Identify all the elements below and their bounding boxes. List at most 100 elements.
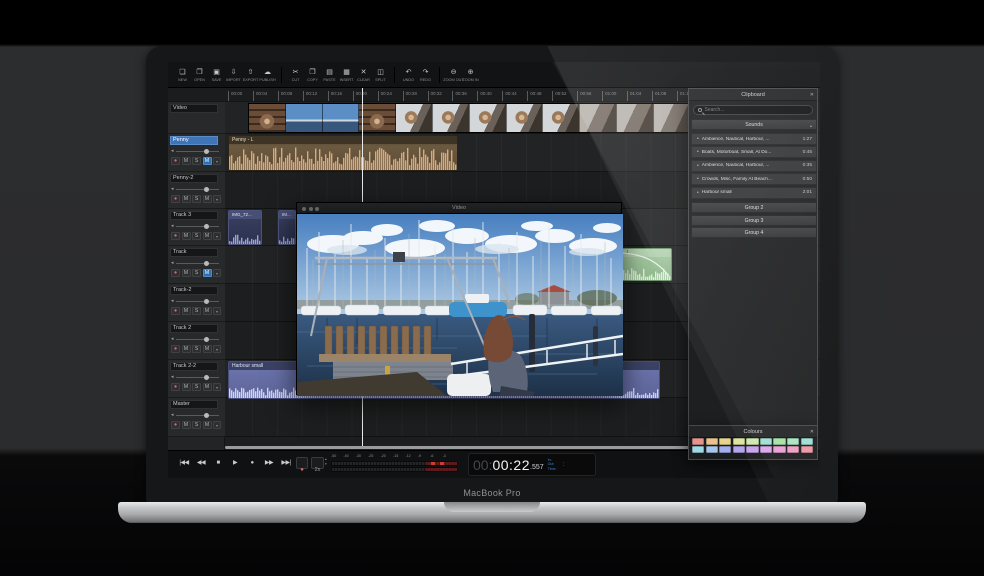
volume-slider[interactable]: ◂ (171, 148, 221, 155)
monitor-button[interactable]: M (203, 421, 212, 429)
sounds-group-header[interactable]: Sounds ▴ (691, 119, 817, 130)
toolbar-button-cut[interactable]: ✂CUT (287, 68, 304, 82)
track-options-dropdown[interactable]: ▾ (213, 269, 221, 277)
colour-swatch[interactable] (787, 446, 799, 453)
colour-swatch[interactable] (692, 446, 704, 453)
video-track-filmstrip[interactable] (248, 103, 690, 133)
speed-stepper[interactable]: ▴▾ (325, 457, 327, 467)
record-arm-button[interactable]: ● (171, 232, 180, 240)
solo-button[interactable]: S (192, 421, 201, 429)
clip-penny-l[interactable]: Penny - L (228, 135, 458, 171)
track-header-track-2-2[interactable]: Track 2-2◂●MSM▾ (168, 360, 225, 398)
clip-img[interactable]: IM... (278, 210, 296, 245)
skip-end-button[interactable]: ▶▶| (278, 456, 294, 471)
skip-start-button[interactable]: |◀◀ (176, 456, 192, 471)
record-arm-button[interactable]: ● (171, 269, 180, 277)
stop-button[interactable]: ■ (210, 456, 226, 471)
track-header-penny-2[interactable]: Penny-2◂●MSM▾ (168, 172, 225, 209)
rewind-button[interactable]: ◀◀ (193, 456, 209, 471)
monitor-button[interactable]: M (203, 232, 212, 240)
track-name[interactable]: Video (170, 104, 218, 113)
mute-button[interactable]: M (182, 269, 191, 277)
mute-button[interactable]: M (182, 195, 191, 203)
colour-swatch[interactable] (746, 446, 758, 453)
colour-swatch[interactable] (706, 446, 718, 453)
record-arm-button[interactable]: ● (171, 421, 180, 429)
colours-header[interactable]: Colours ✕ (689, 426, 817, 438)
colour-swatch[interactable] (760, 438, 772, 445)
track-options-dropdown[interactable]: ▾ (213, 157, 221, 165)
record-arm-button[interactable]: ● (171, 383, 180, 391)
toolbar-button-publish[interactable]: ☁PUBLISH (259, 68, 276, 82)
search-input[interactable]: Search... (693, 105, 813, 115)
sound-list-item[interactable]: •Harbour small2:01 (691, 187, 817, 199)
play-button[interactable]: ▶ (227, 456, 243, 471)
colour-swatch[interactable] (719, 438, 731, 445)
colour-swatch[interactable] (801, 438, 813, 445)
track-header-penny[interactable]: Penny◂●MSM▾ (168, 134, 225, 172)
track-name[interactable]: Penny-2 (170, 174, 218, 183)
track-options-dropdown[interactable]: ▾ (213, 383, 221, 391)
monitor-button[interactable]: M (203, 195, 212, 203)
toolbar-button-export[interactable]: ⇧EXPORT (242, 68, 259, 82)
colour-swatch[interactable] (719, 446, 731, 453)
toolbar-button-insert[interactable]: ▦INSERT (338, 68, 355, 82)
record-toggle-button[interactable]: ● (296, 457, 308, 469)
horizontal-scrollbar[interactable] (225, 446, 690, 449)
track-options-dropdown[interactable]: ▾ (213, 421, 221, 429)
track-name[interactable]: Track 2-2 (170, 362, 218, 371)
close-icon[interactable]: ✕ (810, 89, 814, 101)
group-header-4[interactable]: Group 4 (691, 227, 817, 238)
volume-slider[interactable]: ◂ (171, 336, 221, 343)
mute-button[interactable]: M (182, 421, 191, 429)
fast-forward-button[interactable]: ▶▶ (261, 456, 277, 471)
toolbar-button-undo[interactable]: ↶UNDO (400, 68, 417, 82)
track-name[interactable]: Track-2 (170, 286, 218, 295)
sound-list-item[interactable]: •Ambience, Nautical, Harbour, ...1:27 (691, 133, 817, 145)
monitor-button[interactable]: M (203, 307, 212, 315)
toolbar-button-redo[interactable]: ↷REDO (417, 68, 434, 82)
volume-slider[interactable]: ◂ (171, 260, 221, 267)
track-header-track-2[interactable]: Track 2◂●MSM▾ (168, 322, 225, 360)
volume-slider[interactable]: ◂ (171, 374, 221, 381)
volume-slider[interactable]: ◂ (171, 223, 221, 230)
clip-img-72[interactable]: IMG_72... (228, 210, 262, 245)
sound-list-item[interactable]: •Ambience, Nautical, Harbour, ...0:35 (691, 160, 817, 172)
record-arm-button[interactable]: ● (171, 307, 180, 315)
track-name[interactable]: Track 2 (170, 324, 218, 333)
colour-swatch[interactable] (773, 438, 785, 445)
clipboard-header[interactable]: Clipboard ✕ (689, 89, 817, 101)
toolbar-button-paste[interactable]: ▤PASTE (321, 68, 338, 82)
track-name[interactable]: Master (170, 400, 218, 409)
toolbar-button-open[interactable]: ❐OPEN (191, 68, 208, 82)
colour-swatch[interactable] (733, 446, 745, 453)
toolbar-button-zoom-in[interactable]: ⊕ZOOM IN (462, 68, 479, 82)
track-name[interactable]: Penny (170, 136, 218, 145)
sound-list-item[interactable]: •Crowds, Misc, Family At Beach...0:50 (691, 173, 817, 185)
record-arm-button[interactable]: ● (171, 157, 180, 165)
volume-slider[interactable]: ◂ (171, 186, 221, 193)
track-header-track-2[interactable]: Track-2◂●MSM▾ (168, 284, 225, 322)
colour-swatch[interactable] (746, 438, 758, 445)
solo-button[interactable]: S (192, 157, 201, 165)
mute-button[interactable]: M (182, 345, 191, 353)
track-name[interactable]: Track (170, 248, 218, 257)
solo-button[interactable]: S (192, 307, 201, 315)
mute-button[interactable]: M (182, 383, 191, 391)
solo-button[interactable]: S (192, 345, 201, 353)
toolbar-button-copy[interactable]: ❒COPY (304, 68, 321, 82)
mute-button[interactable]: M (182, 157, 191, 165)
colour-swatch[interactable] (760, 446, 772, 453)
monitor-button[interactable]: M (203, 269, 212, 277)
video-preview-window[interactable]: Video (296, 202, 622, 395)
colour-swatch[interactable] (692, 438, 704, 445)
record-arm-button[interactable]: ● (171, 345, 180, 353)
group-header-2[interactable]: Group 2 (691, 202, 817, 213)
solo-button[interactable]: S (192, 195, 201, 203)
group-header-3[interactable]: Group 3 (691, 215, 817, 226)
record-button[interactable]: ● (244, 456, 260, 471)
close-icon[interactable]: ✕ (810, 426, 814, 438)
track-options-dropdown[interactable]: ▾ (213, 345, 221, 353)
track-header-track[interactable]: Track◂●MSM▾ (168, 246, 225, 284)
sound-list-item[interactable]: •Boats, Motorboat, Small, At Do...0:45 (691, 146, 817, 158)
